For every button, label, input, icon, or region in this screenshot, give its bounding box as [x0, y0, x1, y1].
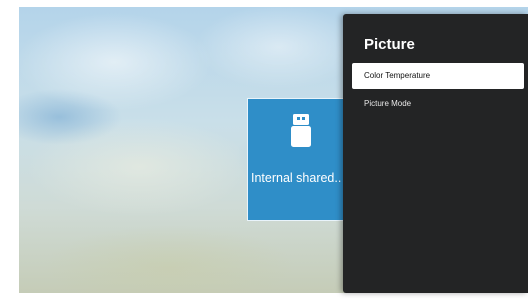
tv-frame: Internal shared.. Picture Color Temperat…	[0, 0, 528, 299]
panel-title: Picture	[364, 36, 415, 53]
menu-item-color-temperature[interactable]: Color Temperature	[352, 63, 524, 89]
storage-label: Internal shared..	[251, 171, 342, 185]
internal-storage-card[interactable]: Internal shared..	[247, 98, 355, 221]
menu-item-picture-mode[interactable]: Picture Mode	[352, 91, 524, 117]
usb-drive-icon	[291, 114, 311, 147]
picture-settings-panel: Picture Color Temperature Picture Mode	[343, 14, 528, 293]
menu-item-label: Color Temperature	[364, 71, 431, 80]
menu-item-label: Picture Mode	[364, 99, 412, 108]
